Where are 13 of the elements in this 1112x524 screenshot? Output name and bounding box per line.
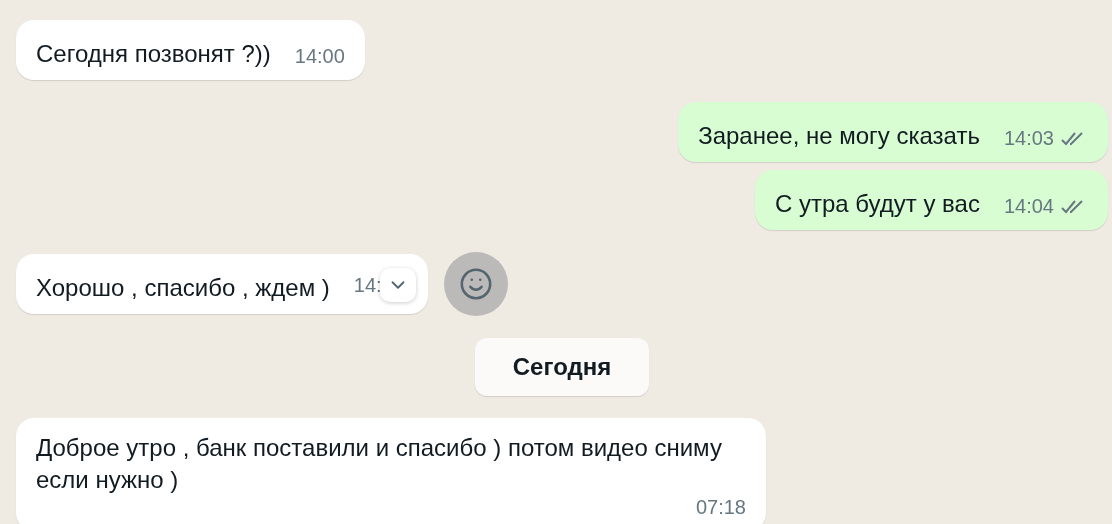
message-text: Сегодня позвонят ?))	[36, 39, 271, 69]
message-text: Заранее, не могу сказать	[698, 121, 980, 151]
date-label: Сегодня	[474, 338, 650, 396]
message-time: 14:	[353, 273, 382, 297]
message-time: 14:00	[294, 45, 345, 68]
smiley-icon	[458, 267, 493, 301]
message-time: 07:18	[695, 496, 746, 519]
message-time: 14:04	[1003, 195, 1054, 218]
message-time: 14:03	[1003, 127, 1054, 150]
message-text: Доброе утро , банк поставили и спасибо ) потом видео сниму если нужно )	[36, 433, 723, 495]
message-text: Хорошо , спасибо , ждем )	[36, 273, 330, 303]
message-text: С утра будут у вас	[775, 189, 980, 219]
message-menu-button[interactable]	[379, 268, 416, 302]
